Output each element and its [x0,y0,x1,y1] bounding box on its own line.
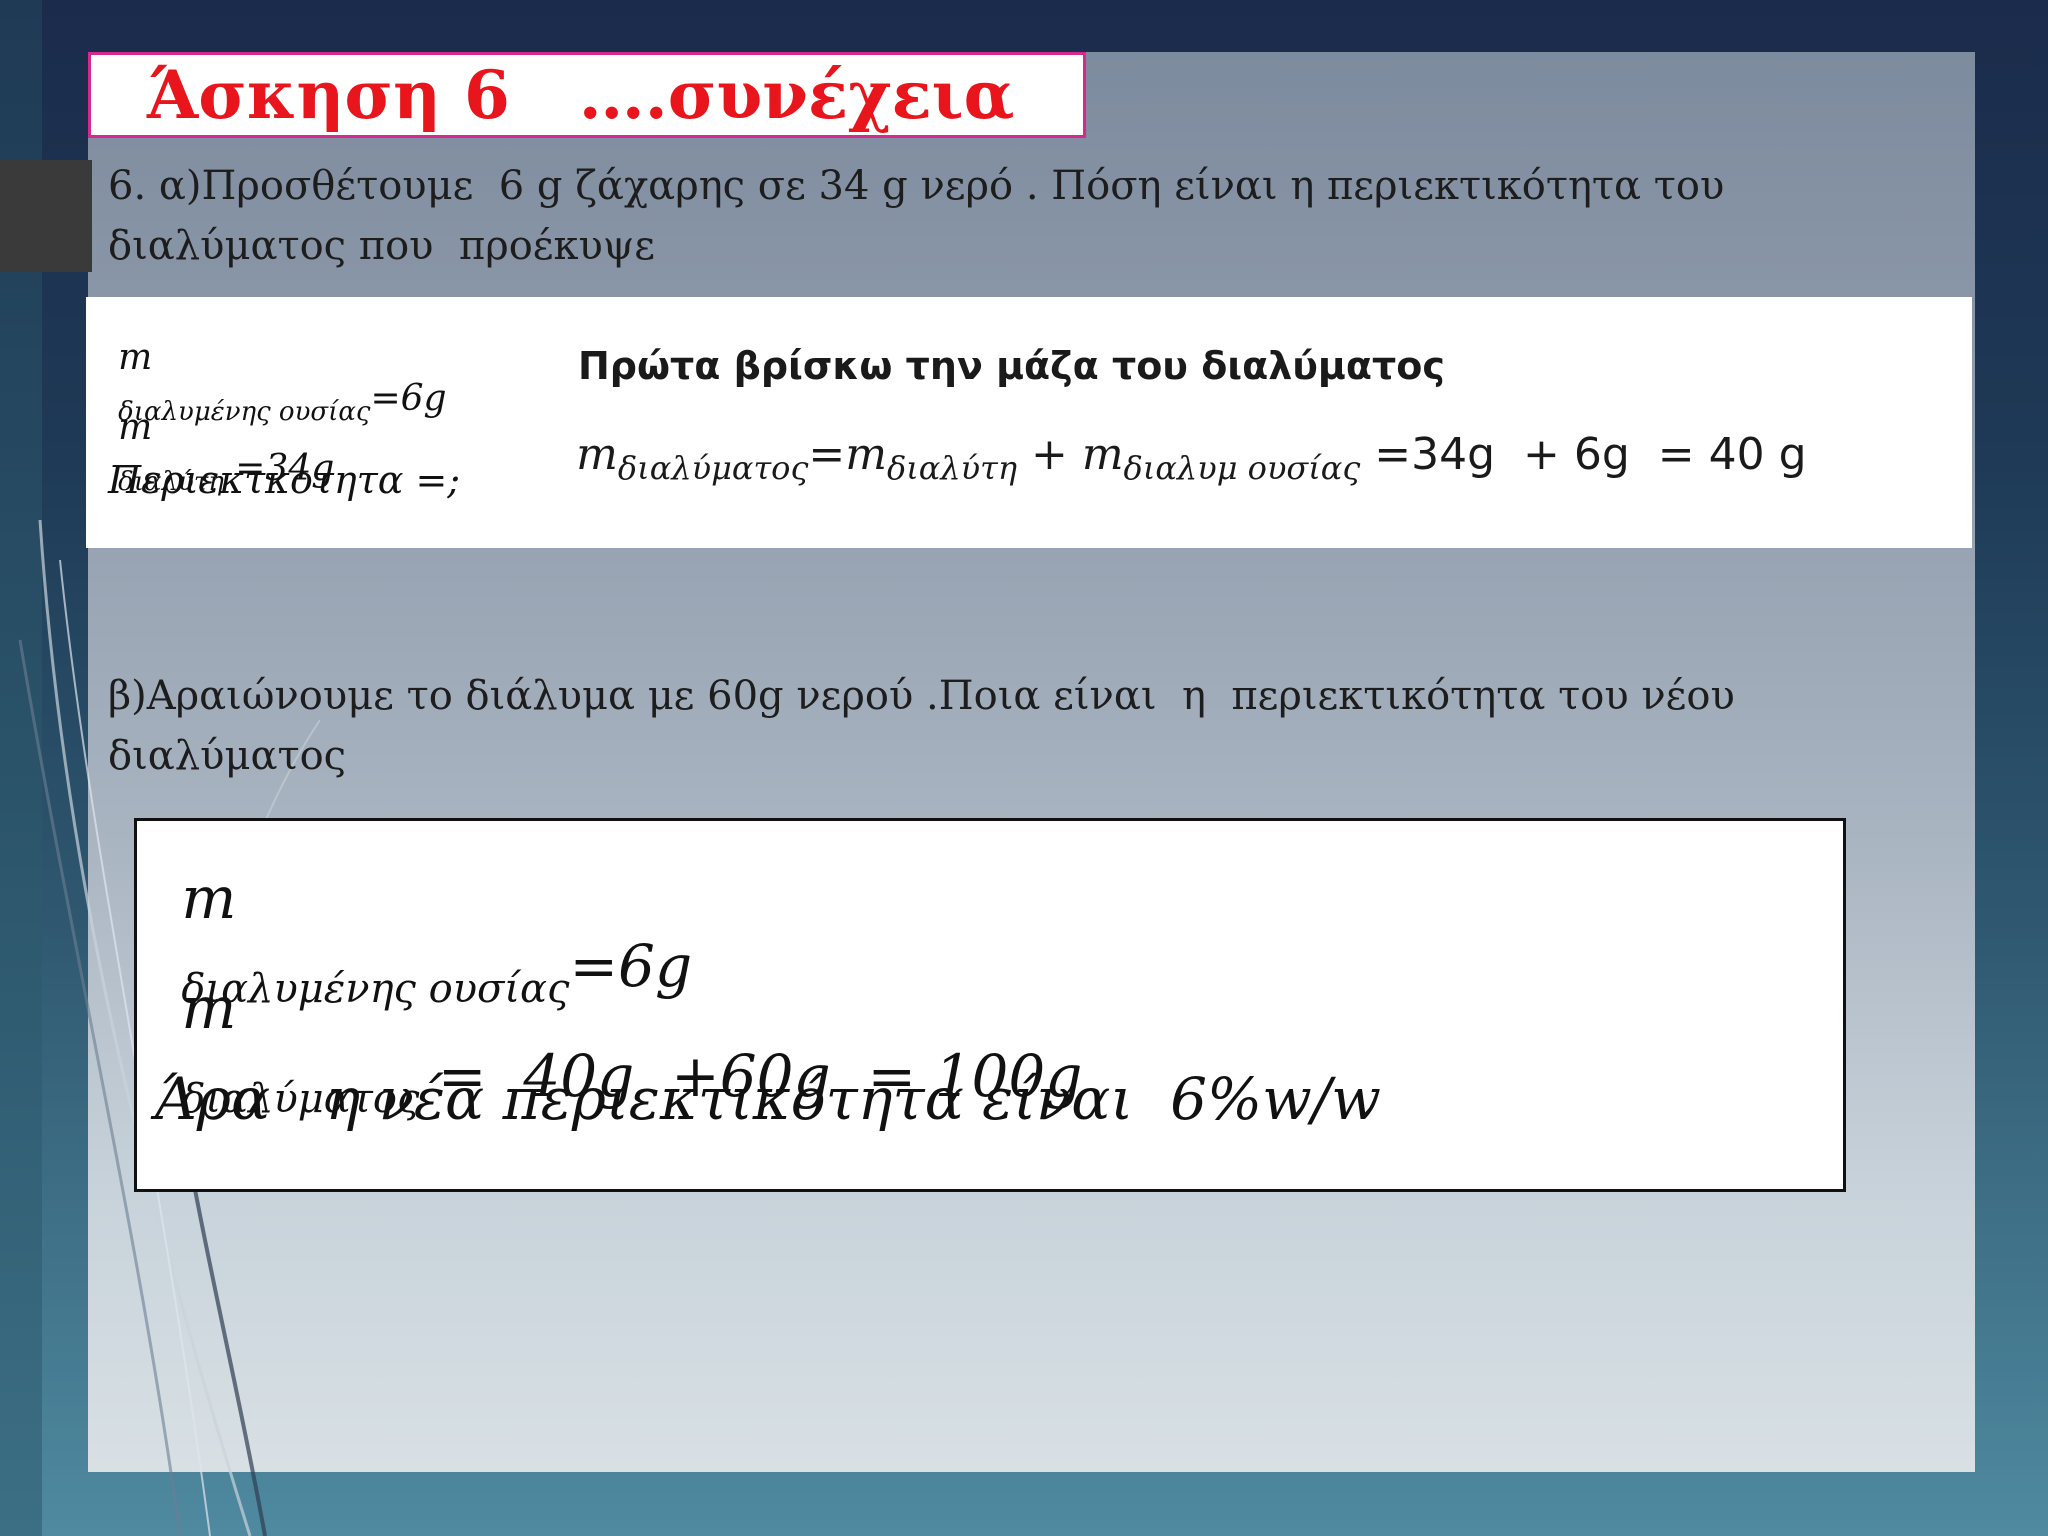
calc-subscript-2: διαλύτη [886,449,1017,487]
title-box: Άσκηση 6 ….συνέχεια [88,52,1086,138]
answer-box: m διαλυμένης ουσίας=6g m διαλύματος = 40… [134,818,1846,1192]
given-solute-symbol: m [118,337,153,378]
question-b: β)Αραιώνουμε το διάλυμα με 60g νερού .Πο… [108,673,1748,779]
dark-tab-marker [0,160,92,272]
given-solvent-symbol: m [118,407,153,448]
answer-conclusion: Άρα η νέα περιεκτικότητα είναι 6%w/w [155,1065,1381,1133]
calc-symbol-1: m [576,429,618,480]
calc-heading: Πρώτα βρίσκω την μάζα του διαλύματος [578,344,1445,388]
answer-solute-symbol: m [181,864,237,932]
given-solute-value: =6g [370,378,447,419]
given-unknown: Περιεκτκοτητα =; [108,458,461,502]
answer-solution-symbol: m [181,974,237,1042]
calc-equals: =m [808,429,887,480]
calc-result: =34g + 6g = 40 g [1360,429,1807,480]
calc-equation: mδιαλύματος=mδιαλύτη + mδιαλυμ ουσίας =3… [566,410,1807,487]
calc-subscript-1: διαλύματος [617,449,809,487]
question-a: 6. α)Προσθέτουμε 6 g ζάχαρης σε 34 g νερ… [108,163,1738,269]
calc-subscript-3: διαλυμ ουσίας [1123,449,1361,487]
calc-plus: + m [1016,429,1124,480]
page-title: Άσκηση 6 ….συνέχεια [147,56,1015,134]
